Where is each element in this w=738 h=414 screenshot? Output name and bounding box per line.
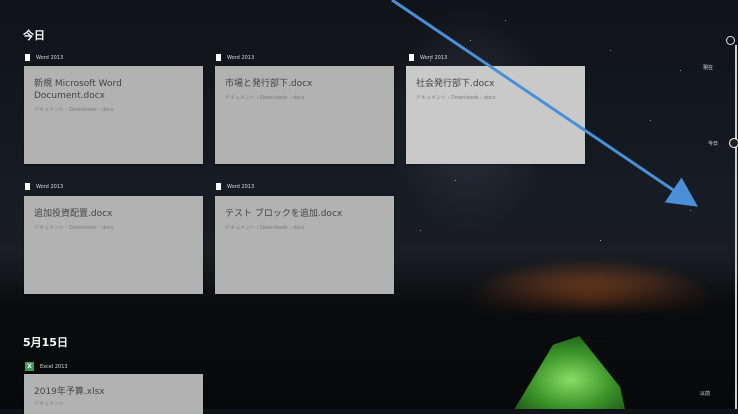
annotation-arrow <box>391 0 698 207</box>
